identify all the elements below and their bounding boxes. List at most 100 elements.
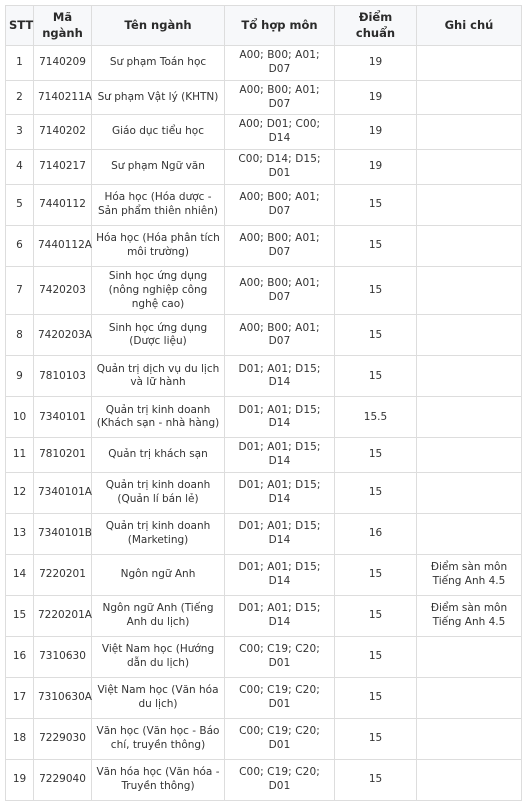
table-row: 3 7140202 Giáo dục tiểu học A00; D01; C00; … xyxy=(5,114,522,151)
cell-stt: 2 xyxy=(5,79,34,116)
cell-stt: 16 xyxy=(5,636,34,679)
cell-ten-nganh: Văn học (Văn học - Báo chí, truyền thông… xyxy=(91,718,225,761)
cell-ma-nganh: 7140211A xyxy=(33,79,92,116)
cell-stt: 6 xyxy=(5,224,34,267)
cell-stt: 1 xyxy=(5,45,34,81)
table-body: 1 7140209 Sư phạm Toán học A00; B00; A01; D… xyxy=(5,45,522,801)
cell-to-hop-mon: A00; B00; A01; D07 xyxy=(224,45,335,81)
cell-ghi-chu xyxy=(416,149,522,185)
cell-to-hop-mon: A00; B00; A01; D07 xyxy=(224,224,335,267)
cell-diem-chuan: 15 xyxy=(334,718,417,761)
cell-diem-chuan: 15.5 xyxy=(334,396,417,439)
cell-ma-nganh: 7420203A xyxy=(33,314,92,357)
cell-ghi-chu xyxy=(416,437,522,474)
cell-to-hop-mon: C00; C19; C20; D01 xyxy=(224,718,335,761)
cell-ten-nganh: Sư phạm Toán học xyxy=(91,45,225,81)
cell-ten-nganh: Quản trị dịch vụ du lịch và lữ hành xyxy=(91,355,225,398)
cell-ten-nganh: Quản trị kinh doanh (Khách sạn - nhà hàn… xyxy=(91,396,225,439)
cell-to-hop-mon: D01; A01; D15; D14 xyxy=(224,472,335,515)
cell-ten-nganh: Việt Nam học (Văn hóa du lịch) xyxy=(91,677,225,720)
cell-ghi-chu xyxy=(416,677,522,720)
cell-ten-nganh: Quản trị kinh doanh (Marketing) xyxy=(91,513,225,556)
cell-stt: 4 xyxy=(5,149,34,185)
cell-ghi-chu xyxy=(416,759,522,801)
cell-ma-nganh: 7810103 xyxy=(33,355,92,398)
table-row: 19 7229040 Văn hóa học (Văn hóa - Truyền t… xyxy=(5,759,522,801)
cell-ghi-chu: Điểm sàn môn Tiếng Anh 4.5 xyxy=(416,595,522,638)
cell-ghi-chu xyxy=(416,513,522,556)
cell-stt: 19 xyxy=(5,759,34,801)
cell-ten-nganh: Sinh học ứng dụng (nông nghiệp công nghệ… xyxy=(91,265,225,316)
cell-ghi-chu: Điểm sàn môn Tiếng Anh 4.5 xyxy=(416,554,522,597)
cell-ghi-chu xyxy=(416,718,522,761)
cell-diem-chuan: 19 xyxy=(334,149,417,185)
cell-ghi-chu xyxy=(416,79,522,116)
cell-to-hop-mon: C00; C19; C20; D01 xyxy=(224,677,335,720)
cell-ma-nganh: 7810201 xyxy=(33,437,92,474)
cell-ten-nganh: Quản trị kinh doanh (Quản lí bán lẻ) xyxy=(91,472,225,515)
cell-to-hop-mon: D01; A01; D15; D14 xyxy=(224,595,335,638)
column-header-ma-nganh: Mã ngành xyxy=(33,5,92,46)
cell-diem-chuan: 15 xyxy=(334,265,417,316)
table-header-row: STT Mã ngành Tên ngành Tổ hợp môn Điểm c… xyxy=(5,5,522,46)
cell-to-hop-mon: A00; B00; A01; D07 xyxy=(224,314,335,357)
cell-diem-chuan: 15 xyxy=(334,183,417,226)
table-row: 9 7810103 Quản trị dịch vụ du lịch và lữ h… xyxy=(5,355,522,398)
cell-ma-nganh: 7220201 xyxy=(33,554,92,597)
table-row: 1 7140209 Sư phạm Toán học A00; B00; A01; D… xyxy=(5,45,522,81)
cell-ma-nganh: 7229040 xyxy=(33,759,92,801)
cell-to-hop-mon: A00; B00; A01; D07 xyxy=(224,79,335,116)
cell-ma-nganh: 7340101A xyxy=(33,472,92,515)
cell-ten-nganh: Ngôn ngữ Anh (Tiếng Anh du lịch) xyxy=(91,595,225,638)
cell-ghi-chu xyxy=(416,396,522,439)
table-row: 13 7340101B Quản trị kinh doanh (Marketing… xyxy=(5,513,522,556)
cell-ma-nganh: 7310630 xyxy=(33,636,92,679)
column-header-to-hop-mon: Tổ hợp môn xyxy=(224,5,335,46)
cell-ma-nganh: 7140209 xyxy=(33,45,92,81)
cell-ten-nganh: Quản trị khách sạn xyxy=(91,437,225,474)
cell-ma-nganh: 7140217 xyxy=(33,149,92,185)
cell-ghi-chu xyxy=(416,45,522,81)
cell-to-hop-mon: C00; D14; D15; D01 xyxy=(224,149,335,185)
table-row: 8 7420203A Sinh học ứng dụng (Dược liệu) A0… xyxy=(5,314,522,357)
cell-ten-nganh: Sư phạm Vật lý (KHTN) xyxy=(91,79,225,116)
cell-stt: 15 xyxy=(5,595,34,638)
cell-ghi-chu xyxy=(416,472,522,515)
cell-to-hop-mon: D01; A01; D15; D14 xyxy=(224,554,335,597)
cell-to-hop-mon: D01; A01; D15; D14 xyxy=(224,513,335,556)
cell-stt: 8 xyxy=(5,314,34,357)
cell-ma-nganh: 7310630A xyxy=(33,677,92,720)
cell-stt: 12 xyxy=(5,472,34,515)
cell-ghi-chu xyxy=(416,183,522,226)
cell-ma-nganh: 7340101B xyxy=(33,513,92,556)
table-header: STT Mã ngành Tên ngành Tổ hợp môn Điểm c… xyxy=(5,5,522,46)
cell-ghi-chu xyxy=(416,224,522,267)
cell-ma-nganh: 7440112A xyxy=(33,224,92,267)
cell-ghi-chu xyxy=(416,636,522,679)
column-header-ghi-chu: Ghi chú xyxy=(416,5,522,46)
table-row: 15 7220201A Ngôn ngữ Anh (Tiếng Anh du lịc… xyxy=(5,595,522,638)
table-row: 18 7229030 Văn học (Văn học - Báo chí, tru… xyxy=(5,718,522,761)
table-row: 5 7440112 Hóa học (Hóa dược - Sản phẩm thi… xyxy=(5,183,522,226)
cell-diem-chuan: 15 xyxy=(334,595,417,638)
cell-stt: 13 xyxy=(5,513,34,556)
cell-ten-nganh: Giáo dục tiểu học xyxy=(91,114,225,151)
cell-stt: 18 xyxy=(5,718,34,761)
table-row: 16 7310630 Việt Nam học (Hướng dẫn du lịch… xyxy=(5,636,522,679)
cell-ghi-chu xyxy=(416,265,522,316)
cell-stt: 7 xyxy=(5,265,34,316)
table-row: 6 7440112A Hóa học (Hóa phân tích môi trườ… xyxy=(5,224,522,267)
cell-ghi-chu xyxy=(416,114,522,151)
cell-stt: 11 xyxy=(5,437,34,474)
cell-diem-chuan: 15 xyxy=(334,636,417,679)
cell-ghi-chu xyxy=(416,314,522,357)
cell-diem-chuan: 15 xyxy=(334,437,417,474)
table-row: 17 7310630A Việt Nam học (Văn hóa du lịch)… xyxy=(5,677,522,720)
cell-diem-chuan: 19 xyxy=(334,114,417,151)
cell-to-hop-mon: C00; C19; C20; D01 xyxy=(224,636,335,679)
column-header-stt: STT xyxy=(5,5,34,46)
admission-score-table: STT Mã ngành Tên ngành Tổ hợp môn Điểm c… xyxy=(5,5,522,801)
cell-ma-nganh: 7140202 xyxy=(33,114,92,151)
cell-diem-chuan: 15 xyxy=(334,759,417,801)
cell-ten-nganh: Sư phạm Ngữ văn xyxy=(91,149,225,185)
